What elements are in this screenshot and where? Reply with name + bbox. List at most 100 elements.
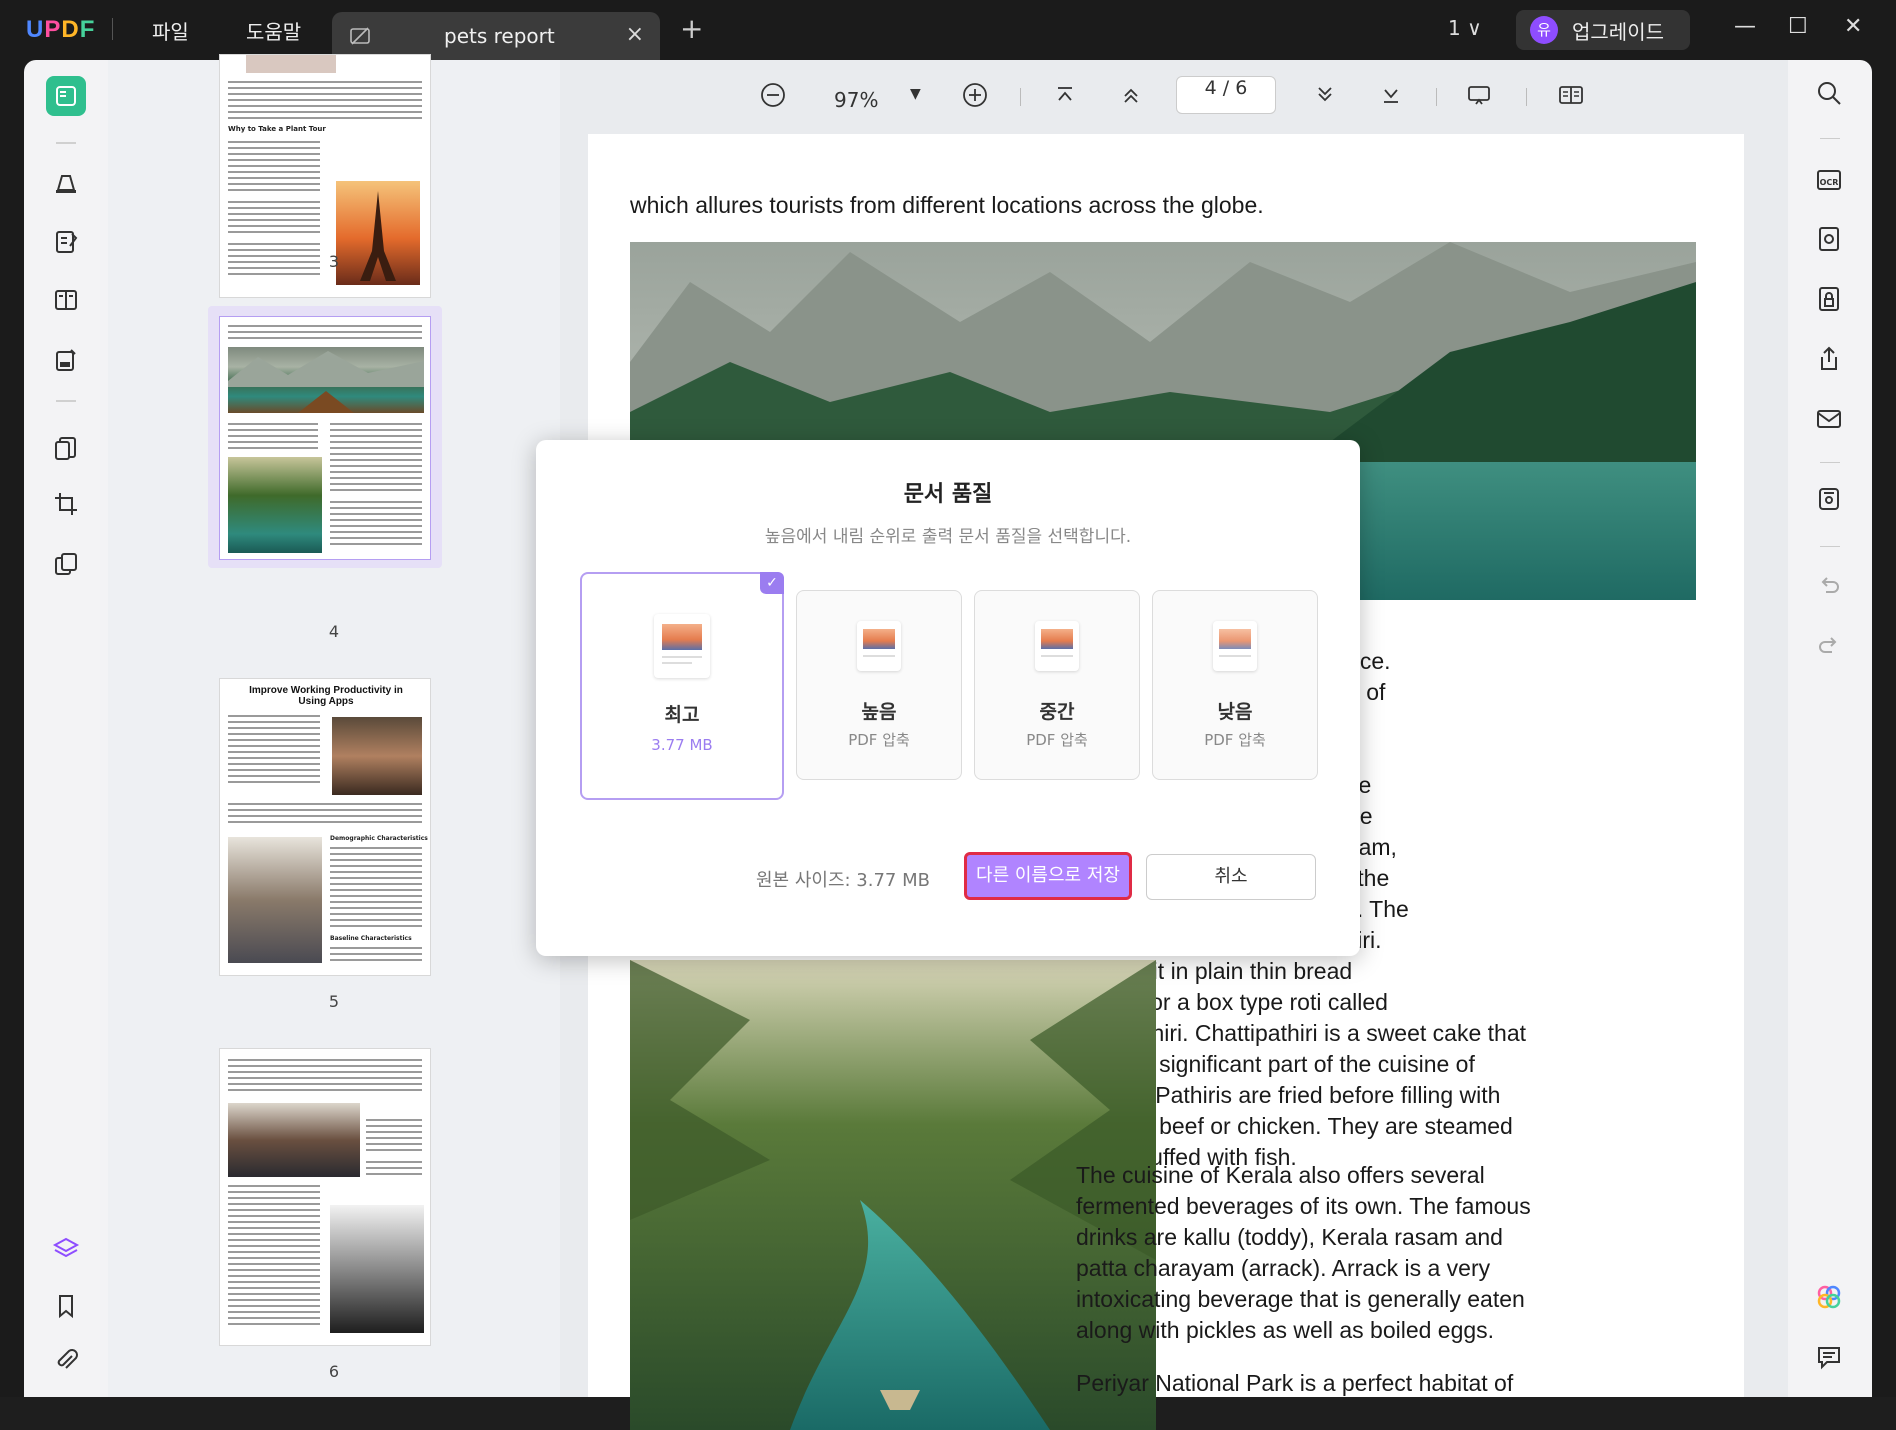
quality-option-medium[interactable]: 중간 PDF 압축	[974, 590, 1140, 780]
menu-help[interactable]: 도움말	[246, 16, 301, 45]
zoom-in-icon[interactable]	[962, 82, 988, 113]
close-tab-icon[interactable]: ×	[626, 22, 644, 47]
new-tab-button[interactable]: +	[680, 12, 703, 45]
quality-option-name: 높음	[861, 701, 897, 723]
toolbar-divider	[1020, 88, 1021, 106]
page-number-4: 4	[328, 622, 340, 641]
thumb-subheading-1: Demographic Characteristics	[330, 835, 428, 842]
convert-icon[interactable]	[46, 428, 86, 468]
paragraph-1-line: Kerala. Pathiris are fried before fillin…	[1076, 1082, 1501, 1108]
maximize-button[interactable]: ☐	[1788, 14, 1808, 39]
user-avatar: 유	[1530, 16, 1558, 44]
paragraph-1-line: pettipathiri. Chattipathiri is a sweet c…	[1076, 1020, 1527, 1046]
left-toolbar	[24, 60, 108, 1397]
share-icon[interactable]	[1814, 344, 1846, 376]
page-thumbnail-4[interactable]	[219, 316, 431, 560]
quality-option-name: 낮음	[1217, 701, 1253, 723]
document-quality-dialog: 문서 품질 높음에서 내림 순위로 출력 문서 품질을 선택합니다. ✓ 최고 …	[536, 440, 1360, 956]
toolbar-divider	[1820, 138, 1840, 139]
jungle-thumbnail-image	[228, 457, 322, 553]
ai-icon[interactable]	[1814, 1282, 1846, 1314]
paragraph-1-line: forms a significant part of the cuisine …	[1076, 1051, 1475, 1077]
email-icon[interactable]	[1814, 404, 1846, 436]
toolbar-divider	[56, 142, 76, 144]
toolbar-divider	[56, 400, 76, 402]
paragraph-2-line: patta charayam (arrack). Arrack is a ver…	[1076, 1255, 1491, 1281]
checkmark-icon: ✓	[760, 572, 784, 594]
comment-icon[interactable]	[46, 162, 86, 202]
document-tab-title: pets report	[444, 24, 555, 48]
paragraph-2-line: The cuisine of Kerala also offers severa…	[1076, 1162, 1485, 1188]
last-page-icon[interactable]	[1378, 82, 1404, 113]
page-thumbnail-6[interactable]	[219, 1048, 431, 1346]
dialog-title: 문서 품질	[903, 482, 993, 507]
quality-option-detail: 3.77 MB	[651, 736, 713, 754]
zoom-dropdown-icon[interactable]: ▼	[910, 86, 921, 102]
organize-icon[interactable]	[46, 280, 86, 320]
first-page-icon[interactable]	[1052, 82, 1078, 113]
page-thumbnail-5[interactable]: Improve Working Productivity in Using Ap…	[219, 678, 431, 976]
original-size-label: 원본 사이즈: 3.77 MB	[756, 870, 930, 891]
edit-icon[interactable]	[46, 222, 86, 262]
page-number-5: 5	[328, 992, 340, 1011]
convert-pdf-icon[interactable]	[1814, 224, 1846, 256]
crop-icon[interactable]	[46, 484, 86, 524]
quality-option-best[interactable]: ✓ 최고 3.77 MB	[580, 572, 784, 800]
laptop-woman-thumbnail-image	[228, 1103, 360, 1177]
page-selector-dropdown[interactable]: 1 ∨	[1448, 16, 1482, 40]
page-number-3: 3	[328, 252, 340, 271]
upgrade-button[interactable]: 유 업그레이드	[1516, 10, 1690, 50]
app-logo: UPDF	[26, 16, 96, 43]
thumbnail-panel: Why to Take a Plant Tour 3 4 Improve Wor…	[108, 54, 560, 1397]
attachment-icon[interactable]	[46, 1340, 86, 1380]
office-thumbnail-image	[228, 837, 322, 963]
document-tab[interactable]: pets report ×	[332, 12, 660, 60]
upgrade-label: 업그레이드	[1572, 20, 1664, 44]
paragraph-1-line: ipathiri or a box type roti called	[1076, 989, 1388, 1015]
page-number-6: 6	[328, 1362, 340, 1381]
redo-icon[interactable]	[1814, 630, 1846, 662]
menu-file[interactable]: 파일	[152, 16, 189, 45]
undo-icon[interactable]	[1814, 570, 1846, 602]
save-as-button[interactable]: 다른 이름으로 저장	[964, 852, 1132, 900]
thumb-heading: Why to Take a Plant Tour	[228, 125, 326, 133]
bookmark-icon[interactable]	[46, 1286, 86, 1326]
lake-thumbnail-image	[228, 347, 424, 413]
protect-icon[interactable]	[1814, 284, 1846, 316]
zoom-out-icon[interactable]	[760, 82, 786, 113]
document-image-icon	[654, 614, 710, 678]
toolbar-divider	[1436, 88, 1437, 106]
ocr-icon[interactable]: OCR	[1814, 164, 1846, 196]
chat-icon[interactable]	[1814, 1342, 1846, 1374]
compare-icon[interactable]	[46, 544, 86, 584]
quality-option-high[interactable]: 높음 PDF 압축	[796, 590, 962, 780]
quality-option-detail: PDF 압축	[1204, 731, 1266, 749]
close-window-button[interactable]: ✕	[1844, 14, 1862, 39]
next-page-icon[interactable]	[1312, 82, 1338, 113]
zoom-level[interactable]: 97%	[834, 88, 878, 112]
thumb-subheading-2: Baseline Characteristics	[330, 935, 412, 942]
page-layout-icon[interactable]	[1558, 82, 1584, 113]
paragraph-1-line: mutton, beef or chicken. They are steame…	[1076, 1113, 1513, 1139]
slideshow-icon[interactable]	[1466, 82, 1492, 113]
previous-page-icon[interactable]	[1118, 82, 1144, 113]
quality-option-low[interactable]: 낮음 PDF 압축	[1152, 590, 1318, 780]
document-image-icon	[1213, 621, 1257, 671]
quality-option-name: 최고	[664, 704, 700, 726]
layers-icon[interactable]	[46, 1228, 86, 1268]
paragraph-1-line: nsform it in plain thin bread	[1076, 958, 1353, 984]
view-toolbar: 97% ▼ 4 / 6	[560, 60, 1788, 134]
page-number-input[interactable]: 4 / 6	[1176, 76, 1276, 114]
minimize-button[interactable]: —	[1734, 14, 1756, 39]
svg-text:OCR: OCR	[1820, 178, 1839, 187]
quality-option-detail: PDF 압축	[848, 731, 910, 749]
search-icon[interactable]	[1814, 78, 1846, 110]
paragraph-2-line: fermented beverages of its own. The famo…	[1076, 1193, 1531, 1219]
toolbar-divider	[1820, 462, 1840, 463]
reader-icon[interactable]	[46, 76, 86, 116]
save-icon[interactable]	[1814, 484, 1846, 516]
form-icon[interactable]	[46, 340, 86, 380]
paragraph-2-line: intoxicating beverage that is generally …	[1076, 1286, 1525, 1312]
app-window: UPDF 파일 도움말 pets report × + 1 ∨ 유 업그레이드 …	[0, 0, 1896, 1430]
cancel-button[interactable]: 취소	[1146, 854, 1316, 900]
